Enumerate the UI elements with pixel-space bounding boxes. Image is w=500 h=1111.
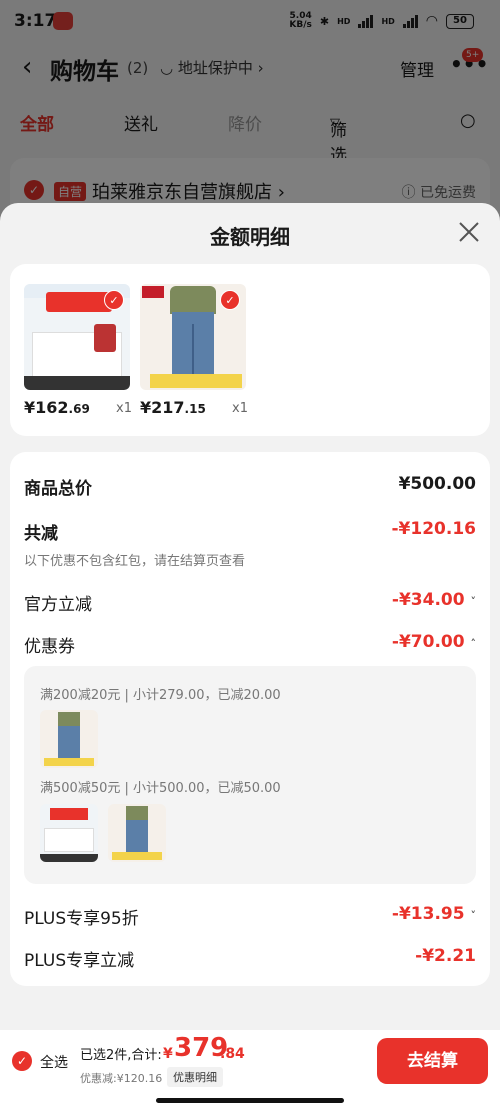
amount-detail-sheet: 金额明细 ✓ ¥162.69 x1 ✓ ¥217.15 x1 商品总价 ¥500…	[0, 203, 500, 1111]
selected-info: 已选2件,合计:	[80, 1048, 162, 1063]
coupon-product-thumb-jeans	[108, 804, 166, 862]
plus-cut-value: -¥2.21	[415, 946, 476, 966]
coupon-product-thumb-cosmetics	[40, 804, 98, 862]
total-value: ¥500.00	[398, 474, 476, 494]
official-discount-row[interactable]: -¥34.00 ˅	[392, 590, 476, 610]
product-price: ¥162.69	[24, 398, 90, 417]
coupon-detail-box: 满200减20元 | 小计279.00，已减20.00 满500减50元 | 小…	[24, 666, 476, 884]
coupon-line: 满500减50元 | 小计500.00，已减50.00	[40, 781, 281, 796]
official-discount-label: 官方立减	[24, 595, 92, 615]
plus95-row[interactable]: -¥13.95 ˅	[392, 904, 476, 924]
plus-cut-label: PLUS专享立减	[24, 951, 135, 971]
discount-label: 共减	[24, 524, 58, 544]
coupon-product-thumb-jeans	[40, 710, 98, 768]
discount-value: -¥120.16	[391, 519, 477, 539]
product-qty: x1	[232, 401, 248, 416]
product-summary-card: ✓ ¥162.69 x1 ✓ ¥217.15 x1	[10, 264, 490, 436]
chevron-down-icon: ˅	[470, 909, 477, 922]
total-currency: ¥	[163, 1046, 173, 1062]
chevron-up-icon: ˄	[470, 637, 477, 650]
product-qty: x1	[116, 401, 132, 416]
product-check-icon[interactable]: ✓	[220, 290, 240, 310]
coupon-line: 满200减20元 | 小计279.00，已减20.00	[40, 688, 281, 703]
checkout-button[interactable]: 去结算	[377, 1038, 488, 1084]
coupon-row[interactable]: -¥70.00 ˄	[392, 632, 476, 652]
discount-note: 以下优惠不包含红包，请在结算页查看	[24, 554, 246, 569]
total-decimal: .84	[220, 1046, 245, 1062]
product-check-icon[interactable]: ✓	[104, 290, 124, 310]
select-all-check-icon[interactable]: ✓	[12, 1051, 32, 1071]
discount-detail-button[interactable]: 优惠明细	[167, 1067, 223, 1087]
select-all-label[interactable]: 全选	[40, 1052, 68, 1072]
product-price: ¥217.15	[140, 398, 206, 417]
discount-info: 优惠减:¥120.16	[80, 1072, 163, 1085]
home-indicator[interactable]	[156, 1098, 344, 1103]
close-icon[interactable]	[458, 221, 480, 243]
total-label: 商品总价	[24, 479, 92, 499]
chevron-down-icon: ˅	[470, 595, 477, 608]
sheet-title: 金额明细	[210, 225, 290, 249]
coupon-label: 优惠券	[24, 637, 75, 657]
plus95-label: PLUS专享95折	[24, 909, 139, 929]
